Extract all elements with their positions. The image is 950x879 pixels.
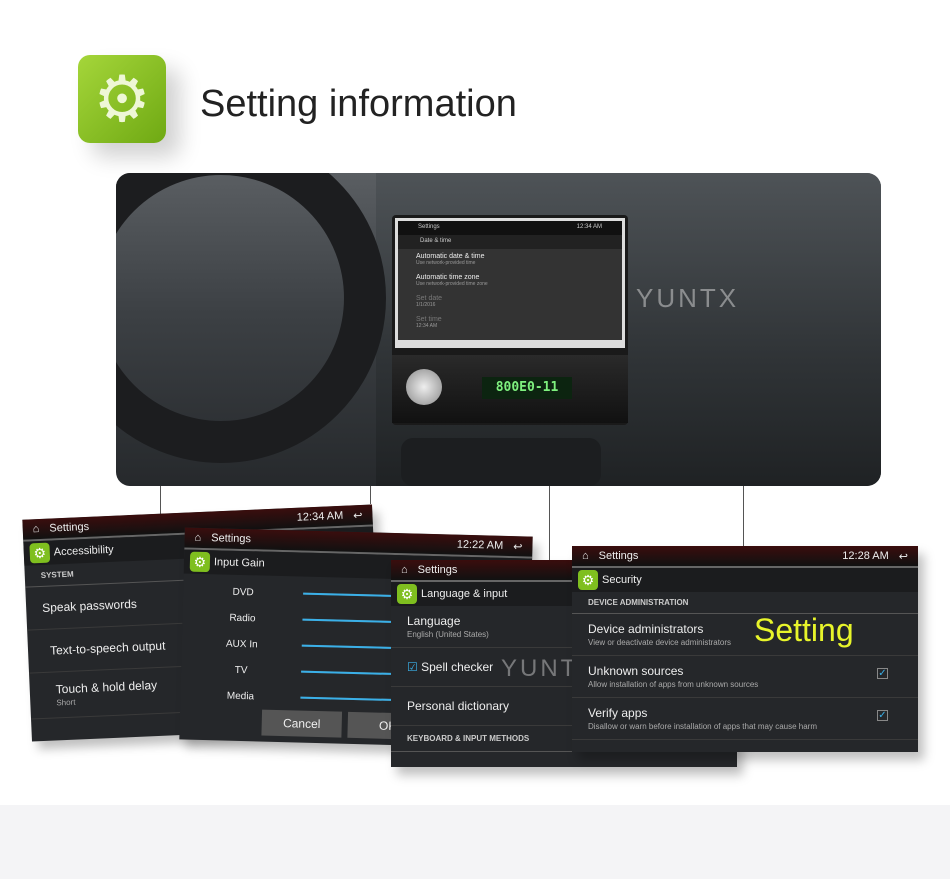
head-unit-screen[interactable]: Settings 12:34 AM Date & time Automatic … — [395, 218, 625, 348]
list-item[interactable]: Set time 12:34 AM — [398, 312, 622, 333]
head-unit: Settings 12:34 AM Date & time Automatic … — [392, 215, 628, 425]
slider-label: DVD — [232, 586, 254, 598]
gear-icon: ⚙ — [29, 542, 51, 564]
climate-panel — [401, 438, 601, 486]
gear-icon: ⚙ — [189, 551, 211, 573]
leader-line — [743, 486, 744, 546]
home-icon[interactable]: ⌂ — [32, 523, 39, 535]
back-icon[interactable]: ↩ — [513, 540, 523, 553]
leader-line — [370, 486, 371, 504]
head-unit-faceplate: 800E0-11 — [392, 355, 628, 423]
app-title: Settings — [418, 224, 440, 230]
list-item[interactable]: Unknown sources Allow installation of app… — [572, 656, 918, 698]
security-screen: ⌂ Settings 12:28 AM ↩ ⚙ Security DEVICE ADMI… — [572, 546, 918, 752]
gear-icon: ⚙ — [578, 570, 598, 590]
slider-label: Radio — [229, 612, 256, 624]
list-item[interactable]: Automatic date & time Use network-provide… — [398, 249, 622, 270]
section-header: DEVICE ADMINISTRATION — [572, 592, 918, 614]
footer-band — [0, 805, 950, 879]
back-icon[interactable]: ↩ — [899, 550, 908, 563]
home-icon[interactable]: ⌂ — [194, 532, 201, 544]
leader-line — [549, 486, 550, 560]
slider-label: AUX In — [225, 638, 258, 650]
steering-wheel — [116, 173, 386, 463]
lcd-display: 800E0-11 — [482, 377, 572, 399]
cancel-button[interactable]: Cancel — [261, 709, 343, 738]
list-item[interactable]: Device administrators View or deactivate … — [572, 614, 918, 656]
list-item[interactable]: Verify apps Disallow or warn before insta… — [572, 698, 918, 740]
list-item[interactable]: Set date 1/1/2016 — [398, 291, 622, 312]
page-title: Setting information — [200, 83, 517, 125]
back-icon[interactable]: ↩ — [353, 508, 363, 521]
car-dashboard-photo: Settings 12:34 AM Date & time Automatic … — [116, 173, 881, 486]
list-item[interactable]: Automatic time zone Use network-provided … — [398, 270, 622, 291]
gear-icon: ⚙ — [397, 584, 417, 604]
slider-label: Media — [226, 690, 255, 702]
setting-overlay-label: Setting — [754, 612, 854, 648]
clock: 12:34 AM — [576, 224, 602, 230]
checkbox-checked[interactable]: ✓ — [877, 668, 888, 679]
slider-label: TV — [234, 664, 248, 676]
home-icon[interactable]: ⌂ — [582, 550, 589, 562]
volume-knob[interactable] — [406, 369, 442, 405]
home-icon[interactable]: ⌂ — [401, 564, 408, 576]
section-title: Date & time — [398, 235, 622, 249]
watermark: YUNTX — [636, 283, 740, 313]
checkbox-checked[interactable]: ✓ — [877, 710, 888, 721]
settings-gear-icon: ⚙ — [78, 55, 166, 143]
checkbox-checked[interactable]: ☑ — [407, 660, 418, 674]
